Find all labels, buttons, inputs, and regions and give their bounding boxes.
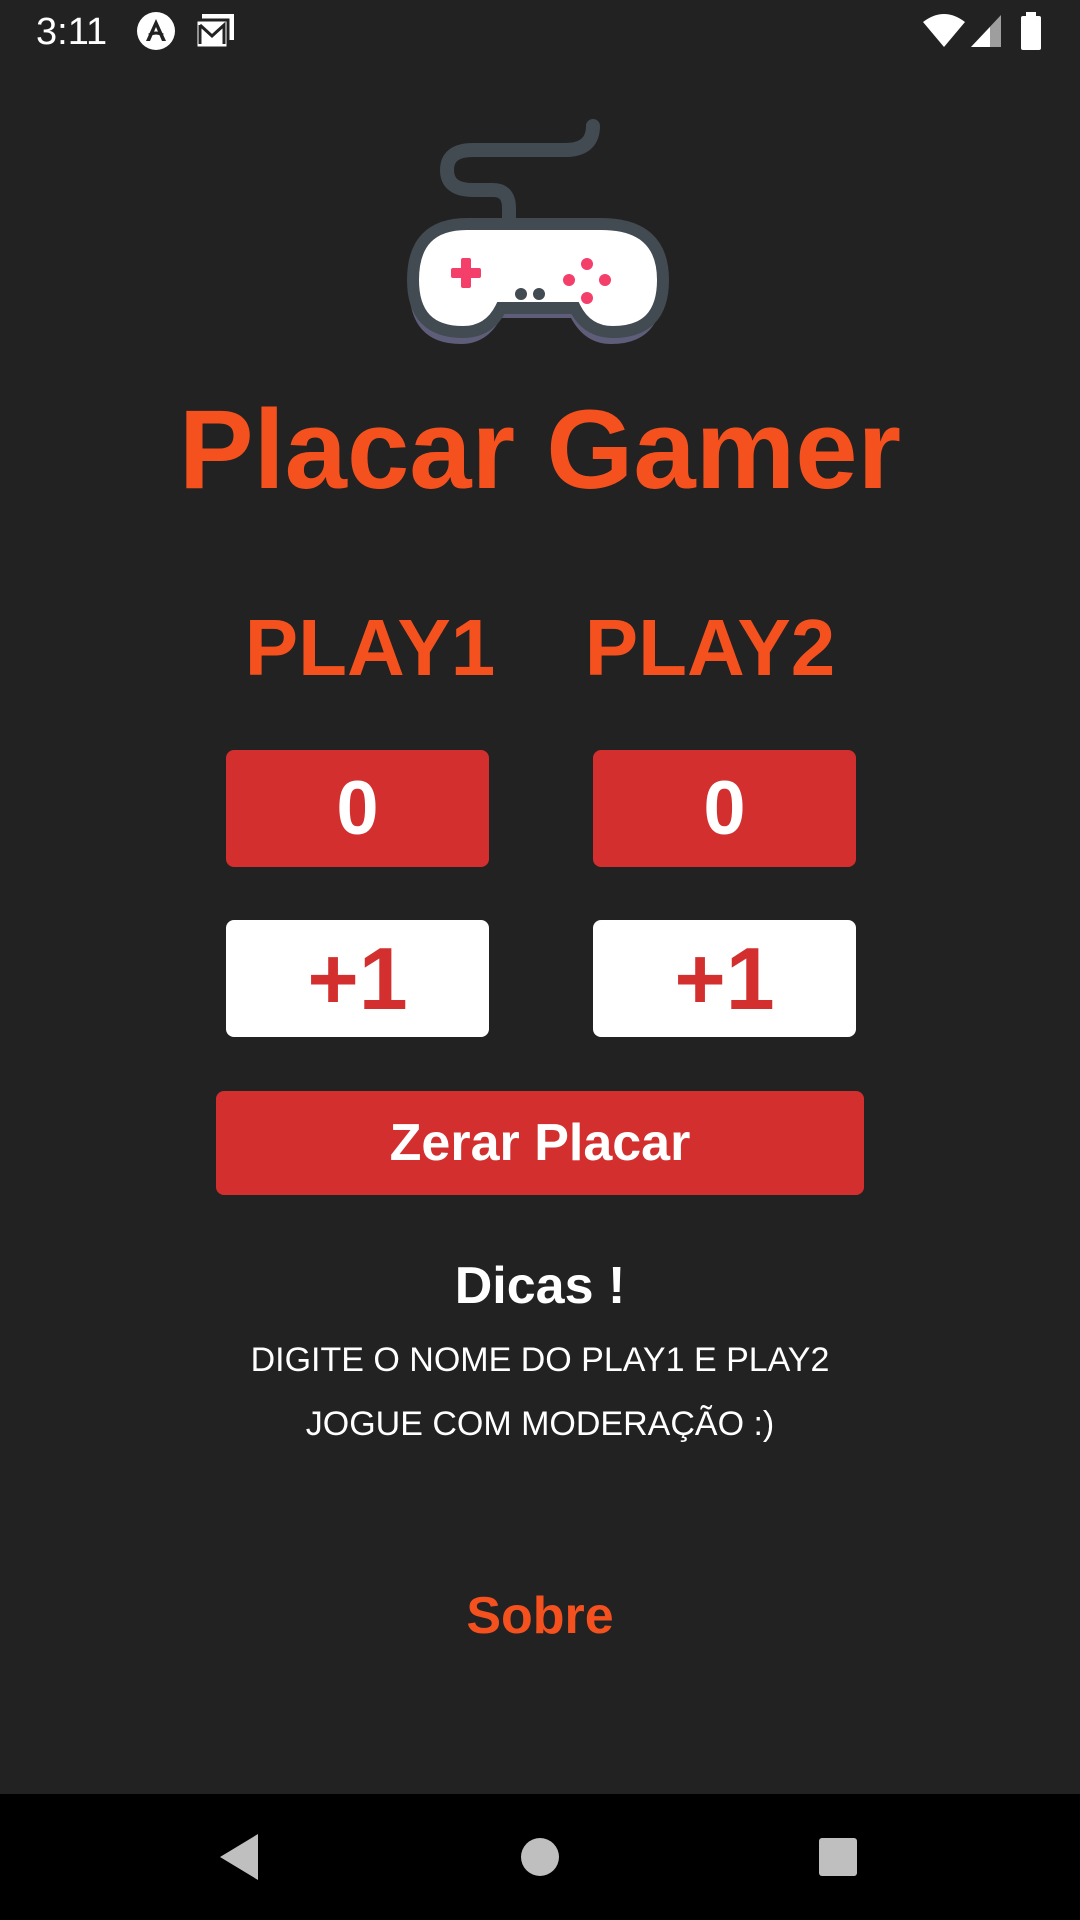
signal-icon <box>971 15 1001 47</box>
home-icon[interactable] <box>477 1794 603 1920</box>
reset-score-button[interactable]: Zerar Placar <box>216 1091 864 1195</box>
status-time: 3:11 <box>36 11 108 53</box>
player2-score: 0 <box>593 750 856 867</box>
navigation-bar <box>0 1794 1080 1920</box>
about-link[interactable]: Sobre <box>0 1584 1080 1648</box>
tip-line: JOGUE COM MODERAÇÃO :) <box>305 1405 775 1443</box>
react-native-icon <box>137 12 175 50</box>
status-bar: 3:11 <box>0 0 1080 63</box>
tips-title: Dicas ! <box>454 1257 626 1315</box>
player2-plus-one-button[interactable]: +1 <box>593 920 856 1037</box>
player1-score: 0 <box>226 750 489 867</box>
gamepad-icon <box>406 119 670 344</box>
recents-icon[interactable] <box>775 1794 901 1920</box>
back-icon[interactable] <box>176 1794 302 1920</box>
app-title: Placar Gamer <box>178 387 902 512</box>
mail-icon <box>194 14 234 50</box>
player1-plus-one-button[interactable]: +1 <box>226 920 489 1037</box>
battery-icon <box>1021 12 1041 50</box>
tip-line: DIGITE O NOME DO PLAY1 E PLAY2 <box>250 1341 830 1379</box>
wifi-icon <box>923 14 965 47</box>
player1-label: PLAY1 <box>244 603 496 692</box>
player2-label: PLAY2 <box>584 603 836 692</box>
